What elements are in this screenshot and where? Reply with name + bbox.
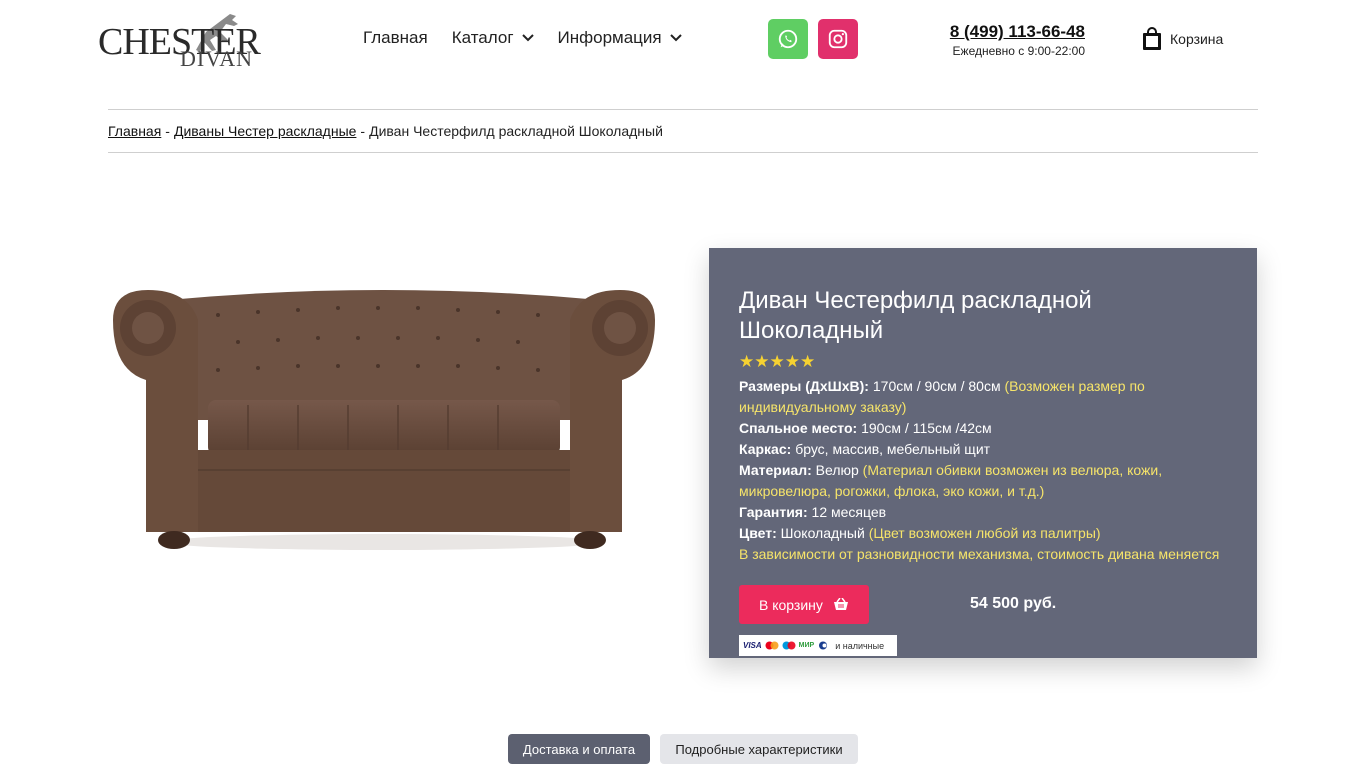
mir-logo: МИР bbox=[798, 642, 815, 649]
spec-size-value: 170см / 90см / 80см bbox=[872, 378, 1001, 394]
contact-block: 8 (499) 113-66-48 Ежедневно с 9:00-22:00 bbox=[930, 22, 1085, 58]
nav-home[interactable]: Главная bbox=[363, 28, 428, 48]
maestro-icon bbox=[782, 641, 796, 650]
spec-sleep-value: 190см / 115см /42см bbox=[861, 420, 992, 436]
instagram-icon bbox=[828, 29, 848, 49]
spec-mechanism-note: В зависимости от разновидности механизма… bbox=[739, 546, 1220, 562]
spec-frame: Каркас: брус, массив, мебельный щит bbox=[739, 439, 1227, 460]
nav-catalog[interactable]: Каталог bbox=[452, 28, 534, 48]
breadcrumb-current: Диван Честерфилд раскладной Шоколадный bbox=[369, 123, 663, 139]
spec-material-label: Материал: bbox=[739, 462, 812, 478]
nav-info-label: Информация bbox=[557, 28, 662, 47]
tab-delivery-payment[interactable]: Доставка и оплата bbox=[508, 734, 650, 764]
product-specs: Размеры (ДхШхВ): 170см / 90см / 80см (Во… bbox=[739, 376, 1227, 565]
paypass-icon bbox=[819, 641, 828, 650]
breadcrumb-separator: - bbox=[165, 123, 170, 139]
breadcrumb-category[interactable]: Диваны Честер раскладные bbox=[174, 123, 356, 139]
product-info-panel: Диван Честерфилд раскладной Шоколадный ★… bbox=[709, 248, 1257, 658]
working-hours: Ежедневно с 9:00-22:00 bbox=[952, 44, 1085, 58]
add-to-cart-button[interactable]: В корзину bbox=[739, 585, 869, 624]
spec-sleep: Спальное место: 190см / 115см /42см bbox=[739, 418, 1227, 439]
spec-material: Материал: Велюр (Материал обивки возможе… bbox=[739, 460, 1227, 502]
cart-link[interactable]: Корзина bbox=[1141, 27, 1223, 51]
nav-home-label: Главная bbox=[363, 28, 428, 47]
spec-frame-value: брус, массив, мебельный щит bbox=[795, 441, 991, 457]
tab-detailed-specs[interactable]: Подробные характеристики bbox=[660, 734, 858, 764]
spec-color-label: Цвет: bbox=[739, 525, 777, 541]
product-image[interactable] bbox=[108, 270, 660, 570]
breadcrumb-separator: - bbox=[360, 123, 366, 139]
site-logo[interactable]: CHESTER DIVAN bbox=[98, 10, 261, 72]
main-nav: Главная Каталог Информация bbox=[363, 28, 706, 48]
product-title: Диван Честерфилд раскладной Шоколадный bbox=[739, 287, 1092, 344]
mastercard-icon bbox=[765, 641, 779, 650]
payment-methods: VISA МИР и наличные bbox=[739, 635, 897, 656]
spec-size: Размеры (ДхШхВ): 170см / 90см / 80см (Во… bbox=[739, 376, 1227, 418]
spec-warranty-label: Гарантия: bbox=[739, 504, 808, 520]
breadcrumb-home[interactable]: Главная bbox=[108, 123, 161, 139]
basket-icon bbox=[833, 598, 848, 610]
visa-logo: VISA bbox=[743, 641, 762, 650]
spec-size-label: Размеры (ДхШхВ): bbox=[739, 378, 869, 394]
spec-warranty: Гарантия: 12 месяцев bbox=[739, 502, 1227, 523]
spec-color-note: (Цвет возможен любой из палитры) bbox=[868, 525, 1101, 541]
spec-sleep-label: Спальное место: bbox=[739, 420, 858, 436]
chevron-down-icon bbox=[669, 34, 682, 42]
breadcrumb: Главная - Диваны Честер раскладные - Див… bbox=[108, 109, 1258, 153]
spec-color-value: Шоколадный bbox=[780, 525, 865, 541]
cart-label: Корзина bbox=[1170, 31, 1224, 47]
product-price: 54 500 руб. bbox=[970, 595, 1057, 612]
logo-text-divan: DIVAN bbox=[180, 46, 254, 71]
whatsapp-button[interactable] bbox=[768, 19, 808, 59]
spec-material-value: Велюр bbox=[815, 462, 859, 478]
nav-info[interactable]: Информация bbox=[558, 28, 682, 48]
shopping-bag-icon bbox=[1143, 27, 1161, 50]
cash-label: и наличные bbox=[835, 640, 885, 651]
phone-link[interactable]: 8 (499) 113-66-48 bbox=[930, 22, 1085, 42]
spec-frame-label: Каркас: bbox=[739, 441, 792, 457]
add-to-cart-label: В корзину bbox=[759, 596, 823, 613]
rating-stars: ★★★★★ bbox=[739, 352, 816, 371]
instagram-button[interactable] bbox=[818, 19, 858, 59]
whatsapp-icon bbox=[778, 29, 798, 49]
sofa-image bbox=[113, 290, 655, 550]
chevron-down-icon bbox=[521, 34, 534, 42]
nav-catalog-label: Каталог bbox=[451, 28, 514, 47]
spec-warranty-value: 12 месяцев bbox=[811, 504, 887, 520]
spec-color: Цвет: Шоколадный (Цвет возможен любой из… bbox=[739, 523, 1227, 544]
buy-row: В корзину 54 500 руб. bbox=[739, 585, 1227, 625]
